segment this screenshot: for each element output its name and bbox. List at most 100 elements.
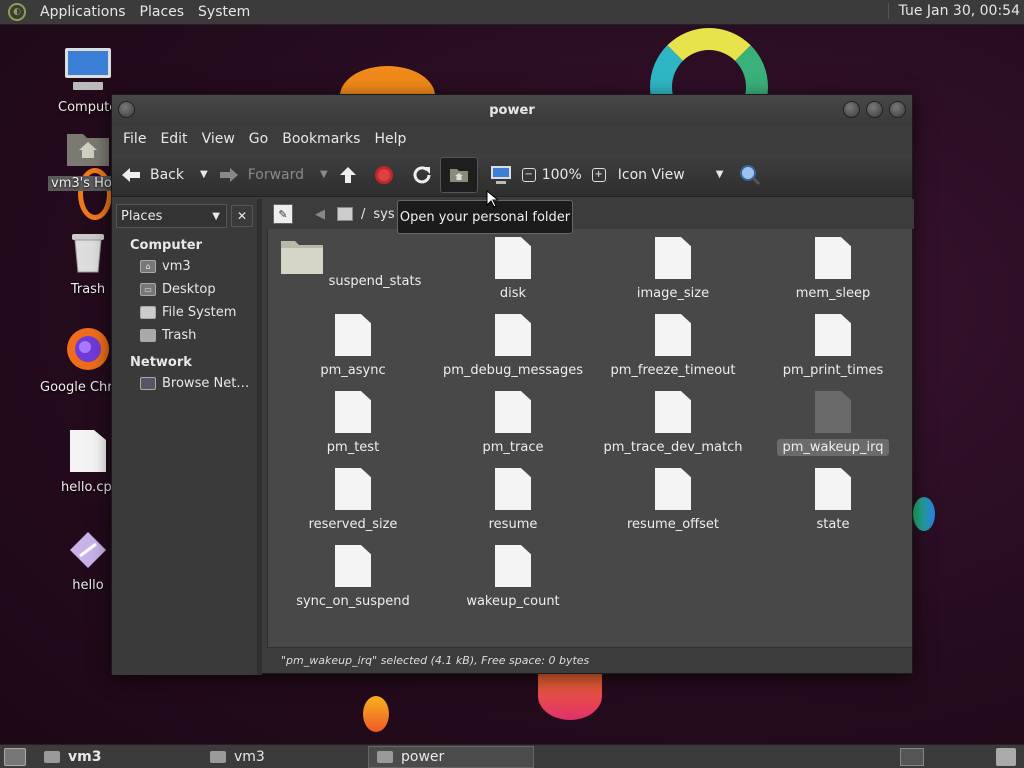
back-history-dropdown[interactable]: ▼ <box>200 169 208 180</box>
file-item[interactable]: pm_freeze_timeout <box>593 314 753 379</box>
forward-button[interactable]: Forward ▼ <box>218 166 328 184</box>
path-root-button[interactable] <box>337 207 353 221</box>
workspace-switcher[interactable] <box>900 747 924 766</box>
sidebar-item-label: vm3 <box>162 259 191 274</box>
home-icon: ⌂ <box>140 260 156 273</box>
file-name: sync_on_suspend <box>296 594 410 609</box>
chevron-down-icon: ▼ <box>715 169 724 180</box>
zoom-in-button[interactable]: + <box>591 167 606 182</box>
file-icon <box>655 314 691 356</box>
file-icon <box>495 468 531 510</box>
forward-label: Forward <box>247 166 305 183</box>
file-icon <box>335 391 371 433</box>
window-titlebar[interactable]: power <box>112 95 912 125</box>
maximize-button[interactable] <box>866 101 883 118</box>
forward-history-dropdown[interactable]: ▼ <box>320 169 328 180</box>
close-button[interactable] <box>889 101 906 118</box>
sidebar-item-label: File System <box>162 305 237 320</box>
file-item[interactable]: resume <box>433 468 593 533</box>
file-item[interactable]: state <box>753 468 913 533</box>
view-mode-value: Icon View <box>617 166 685 183</box>
sidebar-item-vm3[interactable]: ⌂ vm3 <box>140 255 257 278</box>
up-button[interactable] <box>338 165 358 185</box>
system-menu[interactable]: System <box>198 4 250 20</box>
zoom-out-button[interactable]: − <box>521 167 536 182</box>
file-name: pm_debug_messages <box>442 363 584 378</box>
reload-icon <box>413 165 431 183</box>
executable-icon <box>70 532 106 568</box>
sidebar-item-browse-network[interactable]: Browse Net… <box>140 372 257 395</box>
file-name: resume <box>488 517 538 532</box>
view-mode-select[interactable]: Icon View ▼ <box>618 167 724 183</box>
file-name: image_size <box>636 286 710 301</box>
file-name: resume_offset <box>626 517 719 532</box>
computer-button[interactable] <box>490 165 512 185</box>
file-item[interactable]: sync_on_suspend <box>273 545 433 610</box>
clock[interactable]: Tue Jan 30, 00:54 <box>887 3 1020 19</box>
sidebar-item-trash[interactable]: Trash <box>140 324 257 347</box>
sidebar-type-select[interactable]: Places ▼ <box>116 204 227 228</box>
reload-button[interactable] <box>412 165 432 185</box>
places-menu[interactable]: Places <box>140 4 185 20</box>
file-item[interactable]: resume_offset <box>593 468 753 533</box>
home-button[interactable] <box>439 156 478 193</box>
file-item[interactable]: image_size <box>593 237 753 302</box>
zoom-in-icon: + <box>591 167 606 182</box>
menu-help[interactable]: Help <box>367 131 413 147</box>
menu-view[interactable]: View <box>195 131 242 147</box>
sidebar-item-file-system[interactable]: File System <box>140 301 257 324</box>
menu-go[interactable]: Go <box>242 131 275 147</box>
file-item[interactable]: pm_debug_messages <box>433 314 593 379</box>
chevron-down-icon: ▼ <box>212 210 220 222</box>
minimize-button[interactable] <box>843 101 860 118</box>
show-desktop-button[interactable] <box>4 747 26 766</box>
file-name: reserved_size <box>308 517 398 532</box>
back-button[interactable]: Back ▼ <box>120 166 208 184</box>
file-item[interactable]: suspend_stats <box>273 237 433 290</box>
file-name: pm_trace_dev_match <box>603 440 743 455</box>
file-item[interactable]: pm_trace <box>433 391 593 456</box>
file-item[interactable]: reserved_size <box>273 468 433 533</box>
toggle-location-entry-button[interactable]: ✎ <box>273 204 293 224</box>
file-item[interactable]: mem_sleep <box>753 237 913 302</box>
stop-button[interactable] <box>374 165 394 185</box>
home-folder-icon <box>210 750 226 763</box>
folder-icon <box>377 750 393 763</box>
menu-bookmarks[interactable]: Bookmarks <box>275 131 367 147</box>
sidebar-item-desktop[interactable]: ▭ Desktop <box>140 278 257 301</box>
file-item[interactable]: wakeup_count <box>433 545 593 610</box>
applications-menu[interactable]: Applications <box>40 4 126 20</box>
close-sidebar-button[interactable]: ✕ <box>231 205 253 227</box>
sidebar-item-label: Desktop <box>162 282 216 297</box>
file-icon-view[interactable]: suspend_stats disk image_size mem_sleep pm_a… <box>267 229 912 647</box>
taskbar-item-power[interactable]: power <box>368 745 534 768</box>
menubar: File Edit View Go Bookmarks Help <box>112 125 912 153</box>
file-item[interactable]: pm_trace_dev_match <box>593 391 753 456</box>
file-item[interactable]: pm_test <box>273 391 433 456</box>
menu-edit[interactable]: Edit <box>153 131 194 147</box>
home-folder-icon <box>44 750 60 763</box>
system-logo-icon[interactable]: ◐ <box>8 3 26 21</box>
file-icon <box>815 314 851 356</box>
home-folder-icon <box>67 134 109 166</box>
trash-icon <box>140 329 156 342</box>
path-segment-sys[interactable]: sys <box>373 207 394 222</box>
desktop-icon-label: vm3's Ho <box>48 176 114 191</box>
trash-applet[interactable] <box>996 747 1016 766</box>
menu-file[interactable]: File <box>116 131 153 147</box>
file-item[interactable]: pm_wakeup_irq <box>753 391 913 456</box>
taskbar-item-vm3-2[interactable]: vm3 <box>202 746 368 768</box>
file-icon <box>495 391 531 433</box>
drive-icon <box>140 306 156 319</box>
window-title: power <box>489 102 535 118</box>
taskbar-item-vm3[interactable]: vm3 <box>36 746 202 768</box>
trash-icon <box>72 234 104 273</box>
search-button[interactable] <box>739 164 761 186</box>
window-menu-button[interactable] <box>118 101 135 118</box>
file-item[interactable]: pm_print_times <box>753 314 913 379</box>
path-scroll-left-button[interactable]: ◀ <box>315 207 325 222</box>
file-item[interactable]: disk <box>433 237 593 302</box>
mouse-cursor-icon <box>486 190 498 208</box>
up-arrow-icon <box>339 166 356 183</box>
file-item[interactable]: pm_async <box>273 314 433 379</box>
